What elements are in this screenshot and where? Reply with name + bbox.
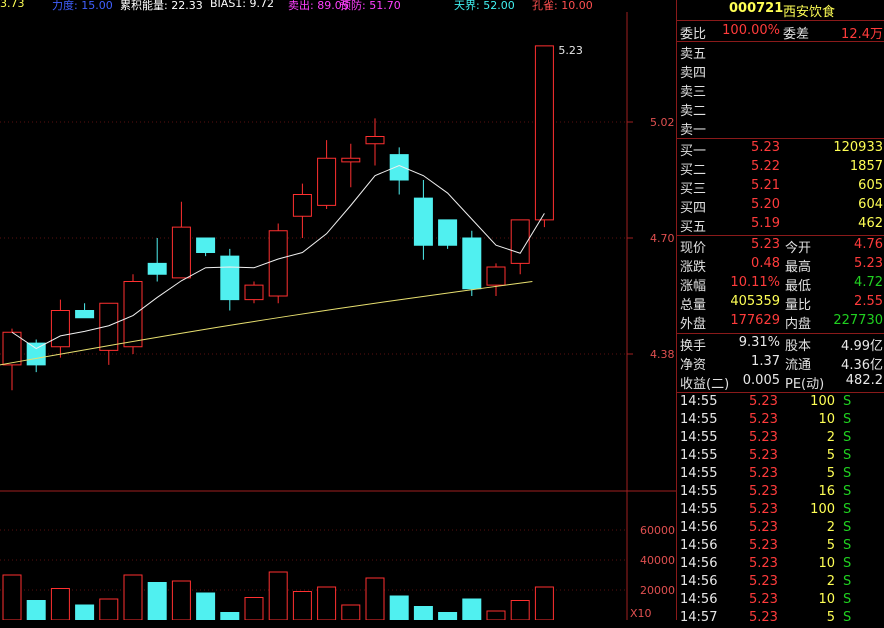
- volume-tick-label: 20000: [640, 584, 675, 597]
- volume-bar: [244, 597, 264, 620]
- ask-row: 卖三: [680, 85, 707, 100]
- volume-bar: [438, 612, 458, 620]
- ma-long-line: [0, 281, 533, 366]
- candle-body: [486, 266, 506, 286]
- tick-row: 14:56 5.23 5 S: [680, 538, 852, 553]
- kline-svg[interactable]: 5.02 4.70 4.38 60000 40000 20000 X10 5.23: [0, 0, 676, 620]
- price-tick-label: 4.38: [650, 348, 675, 361]
- candle-body: [75, 310, 95, 319]
- candle-body: [534, 45, 554, 221]
- volume-bar: [147, 582, 167, 620]
- tick-row: 14:56 5.23 2 S: [680, 574, 852, 589]
- stock-code: 000721: [729, 1, 784, 16]
- candle-body: [341, 157, 361, 163]
- candle-body: [268, 230, 288, 297]
- volume-bar: [317, 586, 337, 620]
- volume-tick-label: 40000: [640, 554, 675, 567]
- volume-tick-label: 60000: [640, 524, 675, 537]
- candle-body: [462, 237, 482, 290]
- volume-unit-label: X10: [630, 607, 652, 620]
- candle-body: [510, 219, 530, 264]
- quote-row: 外盘 177629 内盘 227730: [680, 313, 883, 332]
- volume-bar: [510, 600, 530, 620]
- candle-body: [220, 255, 240, 301]
- candle-body: [26, 342, 46, 366]
- price-tick-label: 5.02: [650, 116, 675, 129]
- candle-body: [123, 281, 143, 348]
- candle-body: [50, 310, 70, 348]
- volume-bar: [534, 586, 554, 620]
- volume-bar: [2, 574, 22, 620]
- volume-bar: [220, 612, 240, 620]
- fin-row: 收益(二) 0.005 PE(动) 482.2: [680, 373, 883, 392]
- tick-row: 14:55 5.23 16 S: [680, 484, 852, 499]
- tick-row: 14:55 5.23 100 S: [680, 502, 852, 517]
- candle-body: [196, 237, 216, 253]
- volume-bar: [50, 588, 70, 620]
- candle-body: [147, 262, 167, 275]
- tick-row: 14:56 5.23 10 S: [680, 592, 852, 607]
- tick-row: 14:55 5.23 5 S: [680, 448, 852, 463]
- candle-body: [413, 197, 433, 246]
- ask-row: 卖四: [680, 66, 707, 81]
- last-price-label: 5.23: [558, 44, 583, 57]
- volume-bar: [196, 592, 216, 620]
- price-tick-label: 4.70: [650, 232, 675, 245]
- fin-row: 净资 1.37 流通 4.36亿: [680, 354, 883, 373]
- volume-bar: [462, 598, 482, 620]
- quote-panel: 000721 西安饮食 委比 100.00% 委差 12.4万 卖五卖四卖三卖二…: [676, 0, 884, 625]
- volume-bar: [486, 610, 506, 620]
- ask-row: 卖一: [680, 123, 707, 138]
- kline-chart-area[interactable]: 3.73 力度: 15.00 累积能量: 22.33 BIAS1: 9.72 卖出: 8…: [0, 0, 676, 620]
- tick-row: 14:55 5.23 10 S: [680, 412, 852, 427]
- volume-bar: [75, 604, 95, 620]
- tick-row: 14:55 5.23 100 S: [680, 394, 852, 409]
- volume-bar: [341, 604, 361, 620]
- stock-title: 000721 西安饮食: [677, 0, 884, 20]
- volume-bar: [123, 574, 143, 620]
- tick-row: 14:56 5.23 2 S: [680, 520, 852, 535]
- stock-name: 西安饮食: [783, 5, 836, 20]
- bid-row: 买二 5.22 1857: [680, 159, 883, 178]
- fin-row: 换手 9.31% 股本 4.99亿: [680, 335, 883, 354]
- candle-body: [317, 157, 337, 206]
- candle-body: [2, 331, 22, 366]
- volume-bar: [171, 580, 191, 620]
- tick-row: 14:55 5.23 2 S: [680, 430, 852, 445]
- quote-row: 涨幅 10.11% 最低 4.72: [680, 275, 883, 294]
- tick-row: 14:55 5.23 5 S: [680, 466, 852, 481]
- bid-row: 买四 5.20 604: [680, 197, 883, 216]
- candle-body: [389, 154, 409, 181]
- candle-body: [244, 284, 264, 301]
- volume-bar: [99, 598, 119, 620]
- quote-row: 总量 405359 量比 2.55: [680, 294, 883, 313]
- weibi-row: 委比 100.00% 委差 12.4万: [680, 23, 883, 42]
- candle-body: [438, 219, 458, 246]
- volume-bar: [413, 606, 433, 620]
- volume-bar: [389, 595, 409, 620]
- ask-row: 卖二: [680, 104, 707, 119]
- volume-bar: [268, 571, 288, 620]
- quote-row: 现价 5.23 今开 4.76: [680, 237, 883, 256]
- tick-row: 14:57 5.23 5 S: [680, 610, 852, 625]
- quote-row: 涨跌 0.48 最高 5.23: [680, 256, 883, 275]
- tick-row: 14:56 5.23 10 S: [680, 556, 852, 571]
- volume-bar: [26, 600, 46, 620]
- candle-body: [365, 136, 385, 145]
- bid-row: 买一 5.23 120933: [680, 140, 883, 159]
- candle-body: [171, 226, 191, 279]
- bid-row: 买三 5.21 605: [680, 178, 883, 197]
- bid-row: 买五 5.19 462: [680, 216, 883, 235]
- candle-body: [292, 194, 312, 217]
- volume-bar: [292, 591, 312, 620]
- ask-row: 卖五: [680, 47, 707, 62]
- volume-bar: [365, 577, 385, 620]
